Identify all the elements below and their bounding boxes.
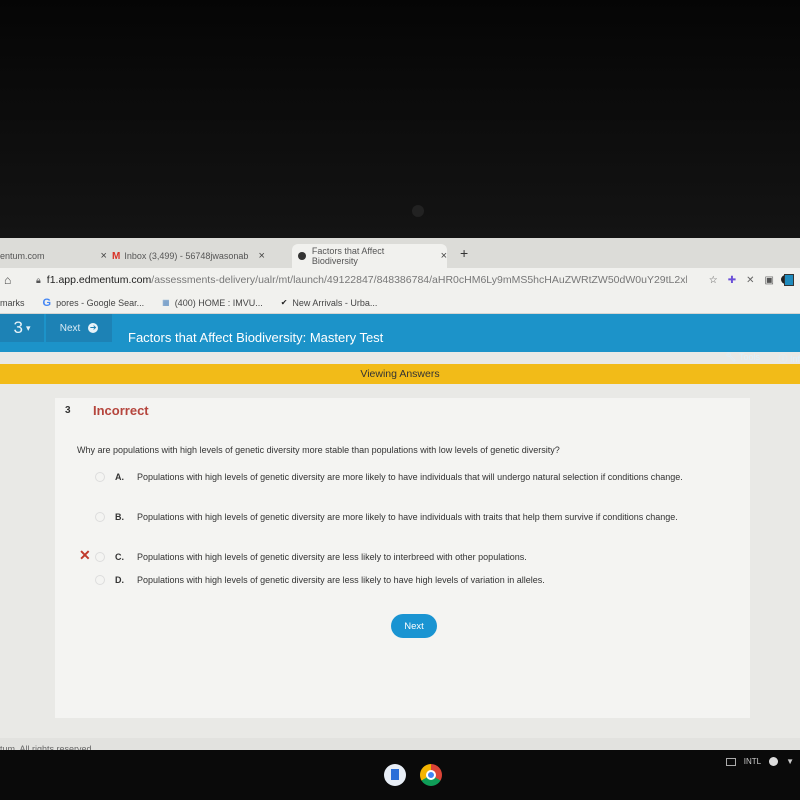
urban-icon: ✔ [280, 298, 288, 307]
arrow-right-icon: ➔ [88, 323, 99, 333]
answer-text: Populations with high levels of genetic … [137, 575, 545, 585]
radio-button[interactable] [95, 512, 105, 522]
extension-box-icon[interactable] [784, 274, 794, 286]
bookmark-label: New Arrivals - Urba... [292, 297, 378, 308]
answer-letter: A. [115, 472, 124, 482]
answer-letter: B. [115, 512, 124, 522]
tools-label: Tools [738, 352, 760, 362]
radio-button[interactable] [95, 552, 105, 562]
answer-letter: D. [115, 575, 124, 585]
input-method-label: INTL [743, 757, 762, 766]
site-favicon-icon [298, 252, 306, 260]
radio-button[interactable] [95, 575, 105, 585]
close-tab-icon[interactable]: × [258, 250, 264, 262]
next-question-button[interactable]: Next ➔ [46, 314, 112, 342]
notification-icon [769, 757, 779, 766]
star-icon[interactable]: ☆ [709, 275, 718, 286]
radio-button[interactable] [95, 472, 105, 482]
status-badge: Incorrect [93, 403, 149, 418]
bookmark-label: (400) HOME : IMVU... [174, 297, 263, 308]
extension-puzzle-icon[interactable]: ✚ [728, 275, 736, 286]
bookmark-item[interactable]: ✔ New Arrivals - Urba... [281, 298, 378, 308]
extension-icons: ☆ ✚ ✕ ▣ [709, 274, 794, 286]
google-icon: G [42, 296, 52, 309]
chevron-down-icon: ▾ [25, 322, 31, 333]
next-button[interactable]: Next [391, 614, 437, 638]
wrench-icon: 🔧︎ [725, 352, 739, 362]
question-number: 3 [13, 318, 23, 337]
lock-icon[interactable]: 🔒︎ [36, 275, 41, 286]
answer-option-c[interactable]: C. Populations with high levels of genet… [95, 550, 695, 565]
app-header: 3 ▾ Next ➔ Factors that Affect Biodivers… [0, 314, 800, 364]
home-icon[interactable]: ⌂ [4, 273, 16, 287]
tab-title: entum.com [0, 251, 45, 261]
info-icon: ⓘ [778, 354, 790, 364]
url-host: f1.app.edmentum.com [46, 274, 152, 286]
answer-letter: C. [115, 552, 124, 562]
bookmark-label: marks [0, 297, 25, 308]
close-tab-icon[interactable]: × [441, 250, 447, 262]
page-title: Factors that Affect Biodiversity: Master… [128, 330, 384, 345]
answer-text: Populations with high levels of genetic … [137, 472, 683, 482]
tab-title: Factors that Affect Biodiversity [311, 246, 385, 266]
tab-title: Inbox (3,499) - 56748jwasonab [124, 251, 249, 261]
bookmark-item[interactable]: marks [0, 298, 25, 308]
answer-option-d[interactable]: D. Populations with high levels of genet… [95, 573, 695, 588]
system-tray[interactable]: INTL ▼ [725, 757, 794, 766]
viewing-answers-banner: Viewing Answers [0, 364, 800, 384]
browser-tab-gmail[interactable]: M Inbox (3,499) - 56748jwasonab × [112, 244, 282, 268]
answer-option-a[interactable]: A. Populations with high levels of genet… [95, 470, 695, 485]
question-selector[interactable]: 3 ▾ [0, 314, 44, 342]
tab-strip: entum.com × M Inbox (3,499) - 56748jwaso… [0, 238, 800, 268]
answer-option-b[interactable]: B. Populations with high levels of genet… [95, 510, 695, 525]
cast-icon[interactable]: ▣ [765, 275, 774, 286]
address-bar: ⌂ 🔒︎ f1.app.edmentum.com/assessments-del… [0, 268, 800, 292]
question-card: 3 Incorrect Why are populations with hig… [55, 398, 750, 718]
url-field[interactable]: f1.app.edmentum.com/assessments-delivery… [47, 274, 687, 286]
gmail-icon: M [112, 250, 121, 262]
next-label: Next [59, 322, 81, 334]
chrome-icon[interactable] [420, 764, 442, 786]
os-shelf: INTL ▼ [0, 750, 800, 800]
answer-text: Populations with high levels of genetic … [137, 552, 527, 562]
bookmarks-bar: marks G pores - Google Sear... ▦ (400) H… [0, 274, 800, 314]
imvu-icon: ▦ [162, 298, 170, 307]
keyboard-icon [725, 757, 736, 766]
info-label: Inf [789, 354, 800, 364]
wifi-icon: ▼ [786, 757, 794, 766]
question-prompt: Why are populations with high levels of … [77, 445, 560, 455]
bookmark-item[interactable]: ▦ (400) HOME : IMVU... [162, 298, 263, 308]
close-tab-icon[interactable]: × [101, 250, 107, 262]
bookmark-label: pores - Google Sear... [56, 297, 145, 308]
tools-button[interactable]: 🔧︎ Tools [725, 352, 760, 363]
question-number-label: 3 [65, 405, 71, 416]
screen: entum.com × M Inbox (3,499) - 56748jwaso… [0, 238, 800, 768]
laptop-bezel [0, 0, 800, 238]
new-tab-button[interactable]: + [460, 245, 468, 261]
webcam [412, 205, 424, 217]
files-app-icon[interactable] [384, 764, 406, 786]
browser-tab-active[interactable]: Factors that Affect Biodiversity × [292, 244, 447, 268]
extension-x-icon[interactable]: ✕ [746, 275, 754, 286]
url-path: /assessments-delivery/ualr/mt/launch/491… [151, 274, 687, 286]
incorrect-mark-icon: ✕ [79, 547, 91, 563]
answer-text: Populations with high levels of genetic … [137, 512, 678, 522]
browser-tab[interactable]: entum.com × [0, 244, 110, 268]
bookmark-item[interactable]: G pores - Google Sear... [43, 297, 145, 309]
